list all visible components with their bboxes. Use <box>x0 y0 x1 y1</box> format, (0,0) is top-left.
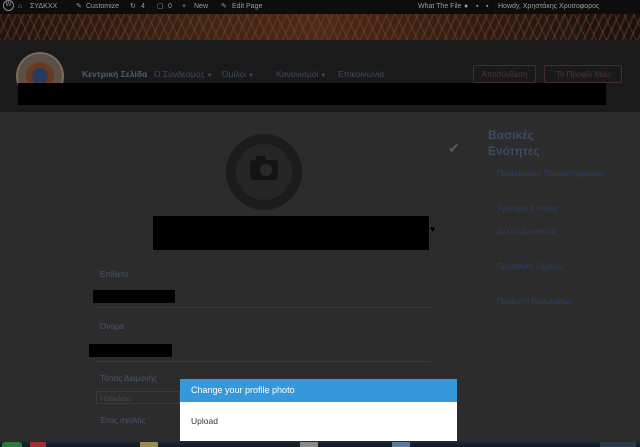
nav-omiloi-label: Όμιλοι <box>222 69 247 79</box>
camera-lens <box>258 162 274 178</box>
os-taskbar <box>0 441 640 447</box>
site-name-link[interactable]: ΣΥΔΚΧΧ <box>30 0 57 14</box>
redacted-epitheto <box>93 290 175 303</box>
google-icon: ● <box>464 3 469 10</box>
label-etos: Έτος σχολής <box>100 416 146 425</box>
nav-kanonismoi[interactable]: Κανονισμοί ▼ <box>276 69 326 79</box>
logout-button[interactable]: Αποσύνδεση <box>473 65 536 83</box>
chevron-down-icon: ▼ <box>320 73 327 79</box>
taskbar-app-2[interactable] <box>140 442 158 447</box>
label-topos: Τόπος Διαμονής <box>100 374 157 383</box>
nav-home[interactable]: Κεντρική Σελίδα <box>82 69 147 79</box>
sidebar-link-prokiryxeis[interactable]: Προκηρύξεις Πρωταθλημάτων <box>497 168 607 179</box>
brush-icon: ✎ <box>76 3 82 10</box>
label-epitheto: Επίθετο <box>100 270 129 279</box>
sidebar-link-entypa[interactable]: Χρήσιμα Έντυπα <box>497 203 607 214</box>
sidebar-link-kolymata[interactable]: Προβολή Κωλυμάτων <box>497 296 607 307</box>
taskbar-app-1[interactable] <box>30 442 46 447</box>
start-button[interactable] <box>2 442 22 447</box>
my-profile-button[interactable]: Το Προφίλ Μου <box>544 65 622 83</box>
howdy-link[interactable]: Howdy, Χρηστάκης Χρυσοφορος <box>498 0 599 14</box>
topos-value: Ηράκλειο <box>100 394 131 403</box>
plus-icon: + <box>182 3 187 10</box>
nav-kanonismoi-label: Κανονισμοί <box>276 69 319 79</box>
redacted-name <box>153 216 429 250</box>
modal-title: Change your profile photo <box>180 379 457 402</box>
new-link[interactable]: New <box>194 0 208 14</box>
edit-page-link[interactable]: Edit Page <box>232 0 262 14</box>
sidebar-link-prosthiki[interactable]: Προσθήκη Ομίλων <box>497 261 607 272</box>
profile-photo-modal: Change your profile photo Upload <box>180 379 457 441</box>
sidebar-title: Βασικές Ενότητες <box>488 128 540 158</box>
home-icon: ⌂ <box>18 3 23 10</box>
customize-link[interactable]: Customize <box>86 0 119 14</box>
divider <box>95 307 430 308</box>
label-onoma: Όνομα <box>100 322 124 331</box>
checkmark-icon[interactable]: ✔ <box>448 140 460 157</box>
chevron-down-icon: ▼ <box>248 73 255 79</box>
what-the-file-link[interactable]: What The File <box>418 0 461 14</box>
nav-contact[interactable]: Επικοινωνία <box>338 69 384 79</box>
upload-option[interactable]: Upload <box>180 402 457 440</box>
taskbar-clock <box>600 442 636 447</box>
taskbar-app-4[interactable] <box>392 442 410 447</box>
divider <box>95 361 430 362</box>
plugin-icon-2: ▪ <box>486 3 489 10</box>
pencil-icon: ✎ <box>221 3 227 10</box>
profile-photo[interactable] <box>226 134 302 210</box>
nav-syndesmos-label: Ο Σύνδεσμος <box>154 69 205 79</box>
admin-bar: W ⌂ ΣΥΔΚΧΧ ✎ Customize ↻ 4 ▢ 0 + New ✎ E… <box>0 0 640 14</box>
updates-count: 4 <box>141 3 145 10</box>
nav-omiloi[interactable]: Όμιλοι ▼ <box>222 69 254 79</box>
comments-count: 0 <box>168 3 172 10</box>
comments-icon[interactable]: ▢ <box>157 0 164 14</box>
updates-icon[interactable]: ↻ <box>130 0 136 14</box>
nav-syndesmos[interactable]: Ο Σύνδεσμος ▼ <box>154 69 213 79</box>
chevron-down-icon: ▼ <box>206 73 213 79</box>
redacted-onoma <box>89 344 172 357</box>
heart-icon: ♥ <box>430 224 436 234</box>
header-banner <box>0 14 640 40</box>
plugin-icon: ▪ <box>476 3 479 10</box>
taskbar-app-3[interactable] <box>300 442 318 447</box>
sidebar-link-deltio[interactable]: Δελτίο Διαιτησίας <box>497 226 607 237</box>
redacted-bar <box>18 83 606 105</box>
